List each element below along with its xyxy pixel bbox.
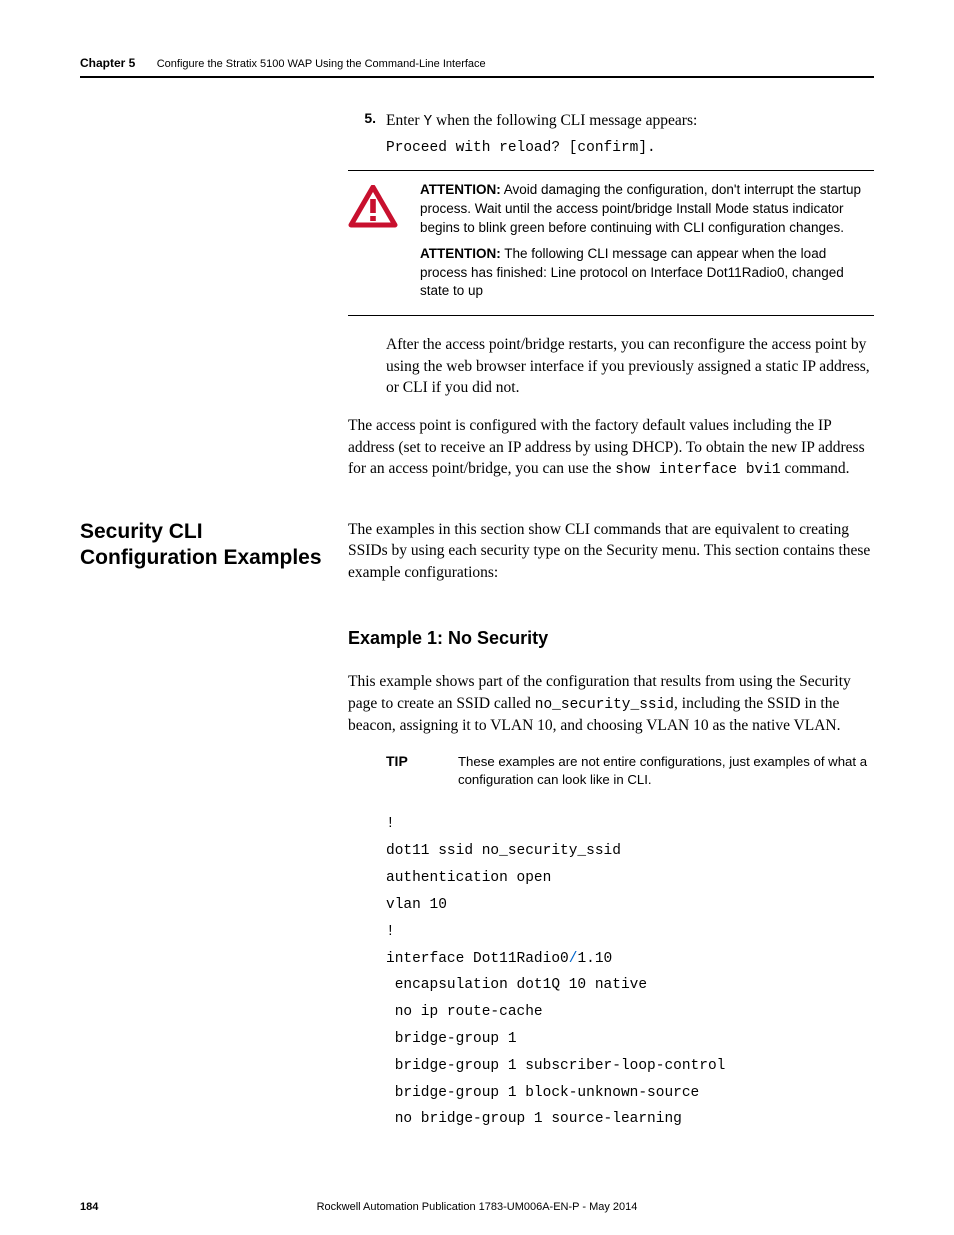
- main-column: 5. Enter Y when the following CLI messag…: [348, 110, 874, 399]
- step-text: Enter Y when the following CLI message a…: [386, 110, 874, 132]
- attention-box: ATTENTION: Avoid damaging the configurat…: [348, 170, 874, 316]
- inline-code: show interface bvi1: [615, 462, 780, 478]
- tip-callout: TIP These examples are not entire config…: [386, 753, 874, 790]
- chapter-number: Chapter 5: [80, 56, 135, 70]
- step-5: 5. Enter Y when the following CLI messag…: [348, 110, 874, 132]
- page-content: 5. Enter Y when the following CLI messag…: [80, 110, 874, 1133]
- code-line: bridge-group 1 block-unknown-source: [386, 1085, 699, 1101]
- body-paragraph: After the access point/bridge restarts, …: [386, 334, 874, 399]
- code-line: !: [386, 816, 395, 832]
- text-fragment: Enter: [386, 112, 423, 129]
- page-header: Chapter 5 Configure the Stratix 5100 WAP…: [80, 56, 874, 78]
- body-paragraph: This example shows part of the configura…: [348, 671, 874, 737]
- code-line: 1.10: [577, 951, 612, 967]
- inline-code: no_security_ssid: [535, 697, 674, 713]
- section-heading: Security CLI Configuration Examples: [80, 519, 348, 1133]
- code-line: bridge-group 1: [386, 1031, 517, 1047]
- attention-label: ATTENTION:: [420, 246, 501, 261]
- tip-text: These examples are not entire configurat…: [458, 753, 874, 790]
- attention-icon: [348, 181, 400, 301]
- code-line: encapsulation dot1Q 10 native: [386, 977, 647, 993]
- publication-info: Rockwell Automation Publication 1783-UM0…: [80, 1201, 874, 1213]
- code-block: ! dot11 ssid no_security_ssid authentica…: [386, 811, 874, 1133]
- code-line: vlan 10: [386, 897, 447, 913]
- cli-char: Y: [423, 114, 432, 130]
- code-line: !: [386, 924, 395, 940]
- attention-label: ATTENTION:: [420, 182, 501, 197]
- code-line: interface Dot11Radio0: [386, 951, 569, 967]
- text-fragment: command.: [781, 460, 850, 477]
- attention-paragraph: ATTENTION: The following CLI message can…: [420, 245, 874, 301]
- body-paragraph: The examples in this section show CLI co…: [348, 519, 874, 584]
- attention-text: ATTENTION: Avoid damaging the configurat…: [420, 181, 874, 301]
- example-1-heading: Example 1: No Security: [348, 628, 874, 649]
- code-line: bridge-group 1 subscriber-loop-control: [386, 1058, 725, 1074]
- section-security-cli: Security CLI Configuration Examples The …: [80, 519, 874, 1133]
- attention-paragraph: ATTENTION: Avoid damaging the configurat…: [420, 181, 874, 237]
- code-line: no ip route-cache: [386, 1004, 543, 1020]
- section-body: The examples in this section show CLI co…: [348, 519, 874, 1133]
- code-line: authentication open: [386, 870, 551, 886]
- chapter-title: Configure the Stratix 5100 WAP Using the…: [157, 58, 486, 70]
- cli-prompt: Proceed with reload? [confirm].: [386, 140, 874, 156]
- step-number: 5.: [348, 110, 376, 132]
- tip-label: TIP: [386, 753, 458, 790]
- body-paragraph: The access point is configured with the …: [348, 415, 874, 481]
- code-line: no bridge-group 1 source-learning: [386, 1111, 682, 1127]
- code-line: dot11 ssid no_security_ssid: [386, 843, 621, 859]
- text-fragment: when the following CLI message appears:: [432, 112, 697, 129]
